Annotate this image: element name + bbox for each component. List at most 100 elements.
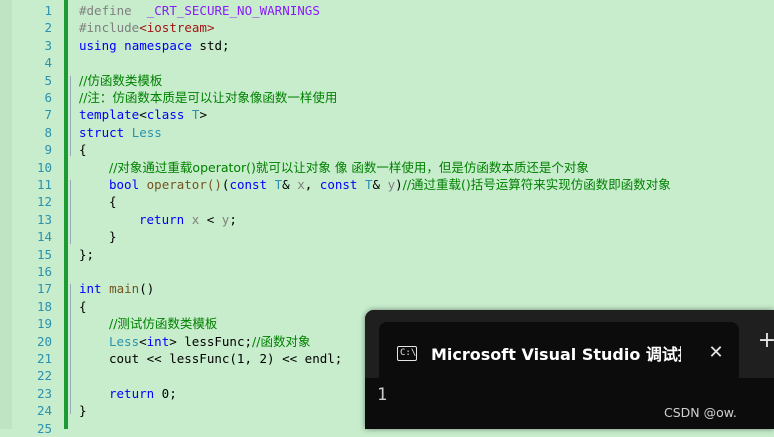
code-line[interactable]: #define _CRT_SECURE_NO_WARNINGS xyxy=(79,2,320,19)
line-number: 23 xyxy=(36,385,52,401)
code-token: & xyxy=(282,177,298,192)
watermark: CSDN @ow. xyxy=(664,405,737,420)
code-token: main xyxy=(109,281,140,297)
line-number: 1 xyxy=(44,3,52,18)
code-token: return xyxy=(139,211,185,227)
code-line[interactable]: struct Less xyxy=(79,124,162,141)
code-token: () xyxy=(139,281,155,297)
code-line[interactable]: } xyxy=(79,402,87,419)
code-line[interactable]: //仿函数类模板 xyxy=(79,72,162,89)
line-number: 16 xyxy=(36,264,52,279)
code-token: template xyxy=(79,107,140,123)
outline-fold-main[interactable] xyxy=(70,284,76,414)
code-line[interactable]: } xyxy=(79,228,117,245)
code-line[interactable]: using namespace std; xyxy=(79,37,230,54)
code-token: , xyxy=(304,177,320,192)
code-token: y xyxy=(387,177,396,192)
line-number: 21 xyxy=(36,351,52,366)
code-line[interactable]: //测试仿函数类模板 xyxy=(79,315,217,332)
line-number: 19 xyxy=(36,316,52,332)
code-line[interactable]: return 0; xyxy=(79,385,177,402)
code-line[interactable]: cout << lessFunc(1, 2) << endl; xyxy=(79,350,342,367)
code-token: T xyxy=(274,177,283,192)
line-number: 11 xyxy=(36,177,52,192)
code-token: Less xyxy=(131,124,162,140)
code-token: _CRT_SECURE_NO_WARNINGS xyxy=(146,3,320,18)
code-token: namespace xyxy=(124,37,192,53)
code-line[interactable]: { xyxy=(79,141,87,158)
code-token: const xyxy=(319,177,358,192)
line-number: 2 xyxy=(44,20,52,36)
code-token: int xyxy=(79,281,102,297)
code-token: operator() xyxy=(146,177,222,192)
code-token: } xyxy=(79,403,87,419)
line-number: 3 xyxy=(44,37,52,53)
code-token: > xyxy=(199,107,207,123)
console-tab-title: Microsoft Visual Studio 调试控制台 xyxy=(431,345,681,364)
line-number: 6 xyxy=(44,90,52,105)
code-token: bool xyxy=(109,177,140,192)
line-number: 18 xyxy=(36,298,52,314)
code-token: { xyxy=(79,142,87,158)
code-token: > lessFunc; xyxy=(169,333,253,349)
editor-margin xyxy=(0,0,12,429)
outline-fold-operator[interactable] xyxy=(70,180,76,244)
code-line[interactable]: //对象通过重载operator()就可以让对象 像 函数一样使用，但是仿函数本… xyxy=(79,159,589,176)
line-number: 10 xyxy=(36,159,52,175)
code-token: struct xyxy=(79,124,125,140)
code-token: { xyxy=(109,194,117,210)
code-token: //注：仿函数本质是可以让对象像函数一样使用 xyxy=(79,90,338,105)
code-token: //仿函数类模板 xyxy=(79,72,163,88)
code-line[interactable]: { xyxy=(79,193,117,210)
code-line[interactable]: bool operator()(const T& x, const T& y)/… xyxy=(79,176,671,193)
code-token: cout << lessFunc(1, 2) << endl; xyxy=(109,351,343,366)
code-line[interactable]: return x < y; xyxy=(79,211,237,228)
line-number: 25 xyxy=(36,420,52,436)
console-titlebar[interactable]: C:\ Microsoft Visual Studio 调试控制台 ✕ + xyxy=(365,310,774,378)
code-token: //函数对象 xyxy=(252,333,311,349)
line-number: 17 xyxy=(36,281,52,297)
code-token: //测试仿函数类模板 xyxy=(109,316,218,332)
code-token: return xyxy=(109,385,155,401)
code-token: }; xyxy=(79,246,95,262)
outline-fold-class[interactable] xyxy=(70,76,76,156)
code-token: const xyxy=(229,177,268,192)
close-tab-icon[interactable]: ✕ xyxy=(705,342,727,364)
code-token: class xyxy=(146,107,185,123)
code-token: ) xyxy=(395,177,403,192)
console-tab[interactable]: C:\ Microsoft Visual Studio 调试控制台 ✕ xyxy=(379,322,739,378)
code-token: <iostream> xyxy=(139,20,215,36)
line-number: 12 xyxy=(36,194,52,210)
line-number: 24 xyxy=(36,403,52,419)
new-tab-icon[interactable]: + xyxy=(756,330,774,352)
code-token: < xyxy=(139,107,147,123)
code-token: int xyxy=(146,333,170,349)
code-token: ; xyxy=(229,211,237,227)
code-line[interactable]: }; xyxy=(79,246,94,263)
code-token: } xyxy=(109,229,117,245)
code-token: < xyxy=(199,211,222,227)
code-line[interactable]: #include<iostream> xyxy=(79,19,214,36)
code-token: 0; xyxy=(154,385,177,401)
code-token: T xyxy=(364,177,373,192)
code-line[interactable]: { xyxy=(79,298,87,315)
code-line[interactable]: template<class T> xyxy=(79,106,207,123)
code-line[interactable]: int main() xyxy=(79,280,154,297)
line-number: 7 xyxy=(44,107,52,123)
line-number: 5 xyxy=(44,72,52,88)
code-token: using xyxy=(79,37,117,53)
terminal-icon-glyph: C:\ xyxy=(400,348,417,358)
line-number-gutter: 1 2 3 4 5 6 7 8 9 10 11 12 13 14 15 16 17 18 19 20 21 22 23 24 2… xyxy=(12,0,52,436)
code-line[interactable]: //注：仿函数本质是可以让对象像函数一样使用 xyxy=(79,89,337,106)
code-line[interactable]: Less<int> lessFunc;//函数对象 xyxy=(79,333,310,350)
code-token: < xyxy=(139,333,147,349)
line-number: 9 xyxy=(44,142,52,158)
